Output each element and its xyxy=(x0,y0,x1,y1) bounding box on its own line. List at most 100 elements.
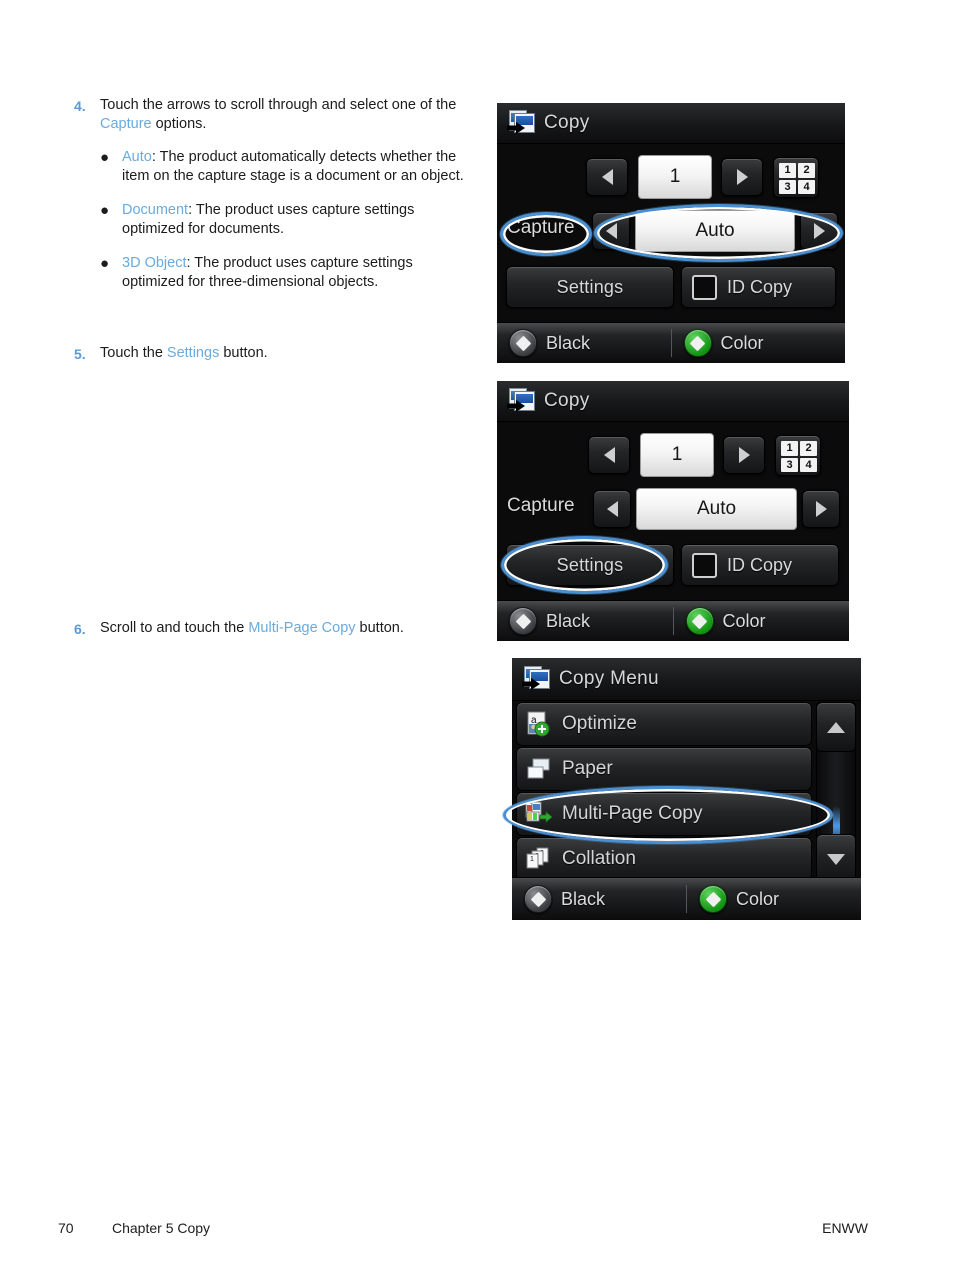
copies-decrement-button[interactable] xyxy=(586,158,628,196)
menu-item-collation[interactable]: 321 Collation xyxy=(516,837,812,881)
arrow-left-icon xyxy=(605,223,617,239)
arrow-glyph xyxy=(507,400,525,412)
svg-text:1: 1 xyxy=(530,856,534,863)
bullet-auto-link: Auto xyxy=(122,149,152,165)
arrow-right-icon xyxy=(736,169,748,185)
collate-cell-3: 3 xyxy=(779,179,796,194)
settings-button[interactable]: Settings xyxy=(506,544,674,586)
black-start-button[interactable]: Black xyxy=(512,885,686,913)
step-4-text: Touch the arrows to scroll through and s… xyxy=(100,96,474,134)
copy-screen-settings: Copy 1 1 2 3 4 Capture Auto Settings ID … xyxy=(497,381,849,641)
menu-item-multi-page-copy-label: Multi-Page Copy xyxy=(562,803,703,824)
capture-previous-button[interactable] xyxy=(592,212,630,250)
copies-value-field[interactable]: 1 xyxy=(640,433,714,477)
arrow-right-icon xyxy=(738,447,750,463)
step-6-text: Scroll to and touch the Multi-Page Copy … xyxy=(100,619,404,638)
id-card-icon xyxy=(692,274,717,300)
capture-previous-button[interactable] xyxy=(593,490,631,528)
page-number: 70 xyxy=(58,1220,74,1236)
menu-item-optimize-label: Optimize xyxy=(562,713,637,734)
collation-icon: 321 xyxy=(525,846,553,872)
black-start-button[interactable]: Black xyxy=(497,607,673,635)
color-label: Color xyxy=(722,610,766,631)
arrow-right-icon xyxy=(813,223,825,239)
menu-item-paper[interactable]: Paper xyxy=(516,747,812,791)
copies-value-field[interactable]: 1 xyxy=(638,155,712,199)
collate-cell-3: 3 xyxy=(781,457,798,472)
capture-next-button[interactable] xyxy=(802,490,840,528)
multi-page-copy-icon xyxy=(525,801,553,827)
bullet-3d-object: ● 3D Object: The product uses capture se… xyxy=(100,254,474,292)
step-5: 5. Touch the Settings button. xyxy=(74,344,474,364)
step-4-bullet-list: ● Auto: The product automatically detect… xyxy=(100,148,474,292)
collate-button[interactable]: 1 2 3 4 xyxy=(773,157,819,198)
screen-header: Copy xyxy=(497,381,849,422)
bullet-marker-icon: ● xyxy=(100,255,110,272)
arrow-glyph xyxy=(522,678,540,690)
screen-header: Copy Menu xyxy=(512,658,861,701)
bullet-marker-icon: ● xyxy=(100,149,110,166)
black-start-button[interactable]: Black xyxy=(497,329,671,357)
scroll-up-arrow-icon xyxy=(827,721,845,733)
copies-increment-button[interactable] xyxy=(721,158,763,196)
copy-icon xyxy=(507,388,535,414)
step-6: 6. Scroll to and touch the Multi-Page Co… xyxy=(74,619,404,639)
screen-footer: Black Color xyxy=(512,877,861,920)
id-copy-label: ID Copy xyxy=(727,554,793,575)
screen-footer: Black Color xyxy=(497,600,849,641)
menu-item-multi-page-copy[interactable]: Multi-Page Copy xyxy=(516,792,812,836)
scroll-up-button[interactable] xyxy=(816,702,856,752)
scroll-down-arrow-icon xyxy=(827,853,845,865)
bullet-document-text: Document: The product uses capture setti… xyxy=(122,201,474,239)
id-copy-label: ID Copy xyxy=(727,276,793,297)
bullet-auto-body: : The product automatically detects whet… xyxy=(122,149,464,184)
copy-menu-screen: Copy Menu a Optimize Paper Multi-Page Co… xyxy=(512,658,861,920)
id-copy-button[interactable]: ID Copy xyxy=(681,266,836,308)
collate-cell-4: 4 xyxy=(800,457,817,472)
arrow-right-icon xyxy=(815,501,827,517)
arrow-glyph xyxy=(507,122,525,134)
step-6-link: Multi-Page Copy xyxy=(248,620,356,636)
copy-icon xyxy=(507,110,535,136)
capture-label: Capture xyxy=(507,217,575,238)
color-start-button[interactable]: Color xyxy=(686,885,861,913)
menu-item-collation-label: Collation xyxy=(562,848,636,869)
bullet-marker-icon: ● xyxy=(100,202,110,219)
step-6-number: 6. xyxy=(74,621,86,637)
capture-value-field[interactable]: Auto xyxy=(635,210,795,252)
collate-cell-4: 4 xyxy=(798,179,815,194)
locale-label: ENWW xyxy=(822,1220,868,1236)
step-5-link: Settings xyxy=(166,345,220,361)
bullet-3d-object-text: 3D Object: The product uses capture sett… xyxy=(122,254,474,292)
start-color-icon xyxy=(685,607,714,635)
color-start-button[interactable]: Color xyxy=(672,607,850,635)
step-6-text-before: Scroll to and touch the xyxy=(100,620,249,636)
settings-button[interactable]: Settings xyxy=(506,266,674,308)
screen-title: Copy xyxy=(544,112,590,133)
screen-title: Copy xyxy=(544,390,590,411)
start-black-icon xyxy=(509,329,537,357)
color-label: Color xyxy=(720,332,764,353)
bullet-auto: ● Auto: The product automatically detect… xyxy=(100,148,474,186)
screen-title: Copy Menu xyxy=(559,668,659,689)
color-start-button[interactable]: Color xyxy=(670,329,846,357)
collate-cell-1: 1 xyxy=(779,163,796,178)
chapter-label: Chapter 5 Copy xyxy=(112,1220,211,1236)
bullet-document: ● Document: The product uses capture set… xyxy=(100,201,474,239)
step-4-text-after: options. xyxy=(151,116,207,132)
step-4: 4. Touch the arrows to scroll through an… xyxy=(74,96,474,134)
capture-next-button[interactable] xyxy=(800,212,838,250)
step-6-text-after: button. xyxy=(355,620,404,636)
collate-cell-2: 2 xyxy=(800,441,817,456)
start-black-icon xyxy=(524,885,552,913)
start-black-icon xyxy=(509,607,537,635)
start-color-icon xyxy=(699,885,727,913)
black-label: Black xyxy=(546,332,591,353)
collate-button[interactable]: 1 2 3 4 xyxy=(775,435,821,476)
id-copy-button[interactable]: ID Copy xyxy=(681,544,839,586)
copies-decrement-button[interactable] xyxy=(588,436,630,474)
arrow-left-icon xyxy=(601,169,613,185)
capture-value-field[interactable]: Auto xyxy=(636,488,797,530)
copies-increment-button[interactable] xyxy=(723,436,765,474)
menu-item-optimize[interactable]: a Optimize xyxy=(516,702,812,746)
